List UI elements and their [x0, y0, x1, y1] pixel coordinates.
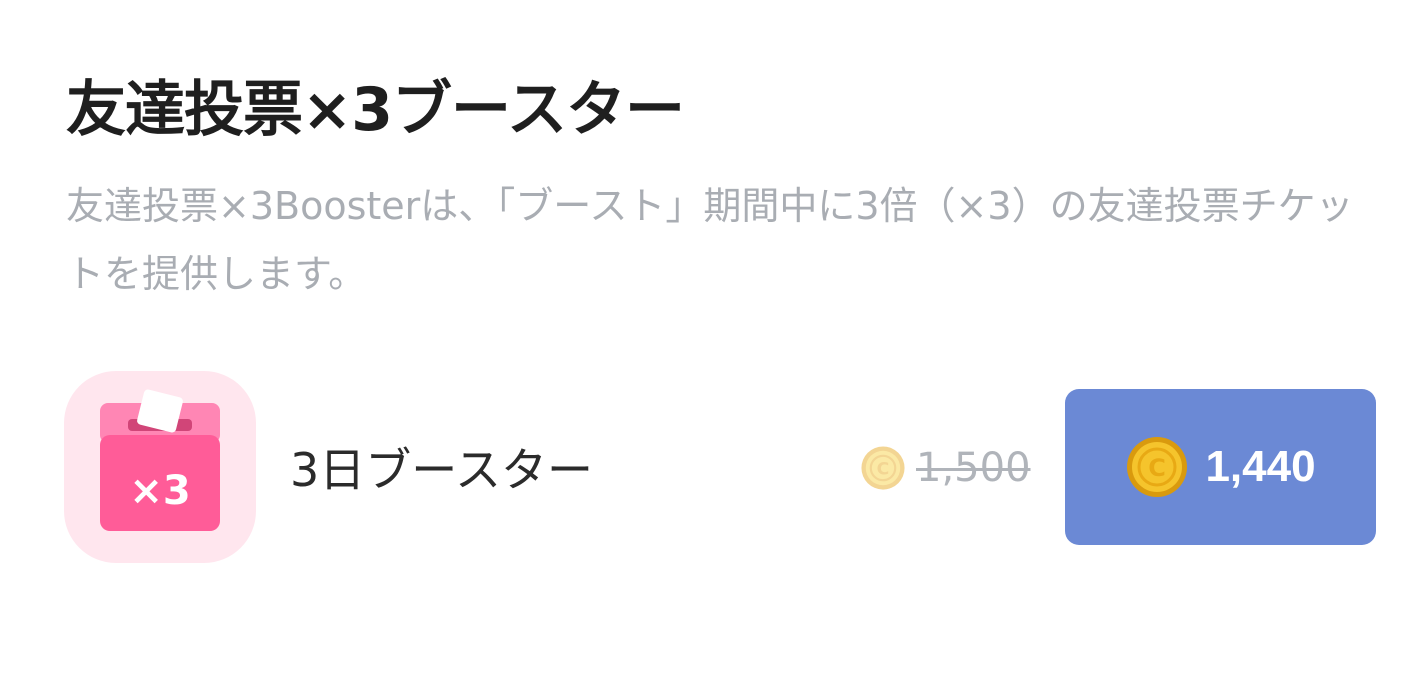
buy-button[interactable]: C 1,440	[1065, 389, 1376, 545]
price-value: 1,440	[1205, 442, 1316, 491]
svg-text:C: C	[1149, 454, 1167, 482]
product-name: 3日ブースター	[290, 443, 593, 497]
page-description: 友達投票×3Boosterは、「ブースト」期間中に3倍（×3）の友達投票チケット…	[66, 184, 1354, 296]
original-price-value: 1,500	[916, 445, 1031, 491]
original-price: C 1,500	[860, 440, 1031, 496]
icon-badge: ×3	[129, 468, 190, 514]
ballot-box-x3-icon: ×3	[64, 371, 256, 563]
svg-text:C: C	[877, 459, 890, 479]
page-title: 友達投票×3ブースター	[66, 75, 685, 145]
coin-icon: C	[1127, 437, 1188, 497]
coin-icon: C	[861, 446, 905, 490]
